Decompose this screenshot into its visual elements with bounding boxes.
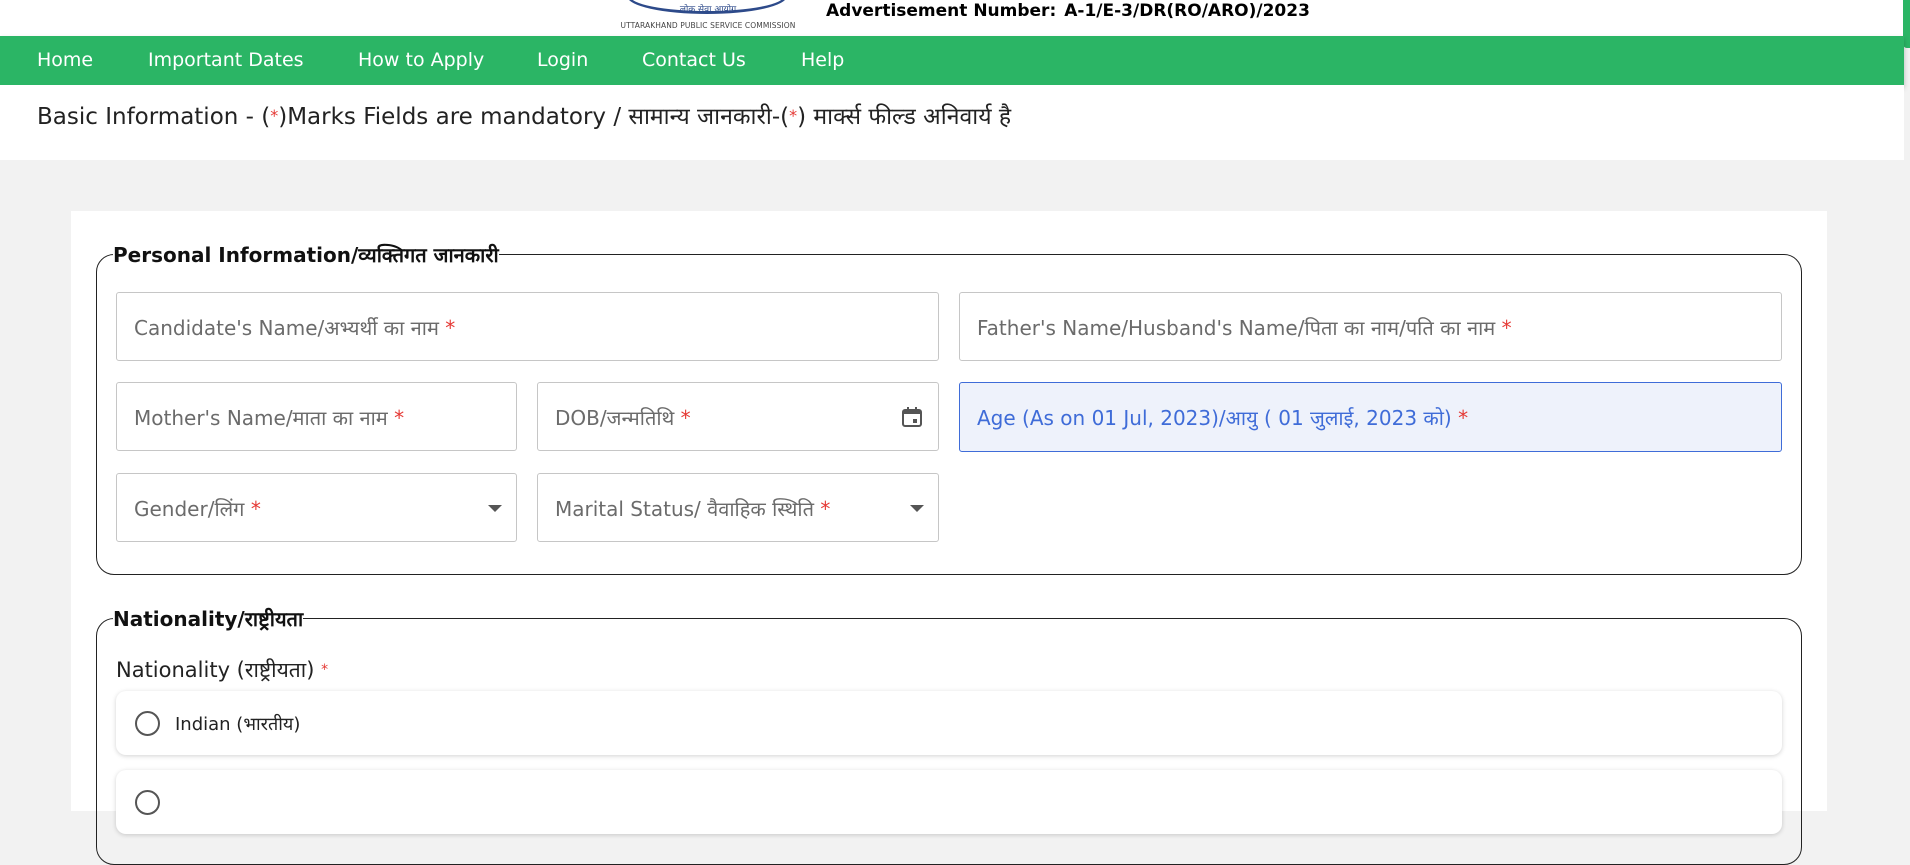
- age-field[interactable]: Age (As on 01 Jul, 2023)/आयु ( 01 जुलाई,…: [959, 382, 1782, 452]
- advertisement-label: Advertisement Number:: [826, 1, 1057, 21]
- nationality-label-text: Nationality (राष्ट्रीयता): [116, 658, 315, 682]
- gender-label: Gender/लिंग *: [134, 497, 261, 521]
- logo-caption: UTTARAKHAND PUBLIC SERVICE COMMISSION: [620, 21, 796, 30]
- marital-status-select[interactable]: Marital Status/ वैवाहिक स्थिति *: [537, 473, 939, 542]
- dob-field[interactable]: DOB/जन्मतिथि *: [537, 382, 939, 451]
- nav-login[interactable]: Login: [537, 36, 588, 85]
- chevron-down-icon: [910, 505, 924, 512]
- right-edge-accent: [1903, 0, 1910, 48]
- chevron-down-icon: [488, 505, 502, 512]
- age-label: Age (As on 01 Jul, 2023)/आयु ( 01 जुलाई,…: [977, 406, 1469, 430]
- radio-button-icon[interactable]: [135, 711, 160, 736]
- nationality-option-indian[interactable]: Indian (भारतीय): [116, 691, 1782, 755]
- required-star: *: [321, 662, 329, 678]
- mandatory-fields-note: Basic Information - ( *)Marks Fields are …: [37, 99, 1011, 131]
- calendar-icon[interactable]: [900, 405, 924, 429]
- nationality-option-label: Indian (भारतीय): [175, 714, 301, 735]
- advertisement-number: Advertisement Number: A-1/E-3/DR(RO/ARO)/…: [826, 1, 1310, 21]
- personal-info-legend: Personal Information/व्यक्तिगत जानकारी: [113, 243, 499, 267]
- nav-help[interactable]: Help: [801, 36, 844, 85]
- header-bar: लोक सेवा आयोग UTTARAKHAND PUBLIC SERVICE…: [0, 0, 1910, 48]
- nationality-question: Nationality (राष्ट्रीयता) *: [116, 656, 328, 684]
- dob-label: DOB/जन्मतिथि *: [555, 406, 691, 430]
- father-name-label: Father's Name/Husband's Name/पिता का नाम…: [977, 316, 1512, 340]
- nav-home[interactable]: Home: [37, 36, 93, 85]
- note-suffix: ) मार्क्स फील्ड अनिवार्य है: [797, 104, 1012, 130]
- gender-select[interactable]: Gender/लिंग *: [116, 473, 517, 542]
- logo-top-text: लोक सेवा आयोग: [679, 5, 737, 15]
- mother-name-field[interactable]: Mother's Name/माता का नाम *: [116, 382, 517, 451]
- note-middle: )Marks Fields are mandatory / सामान्य जा…: [278, 104, 790, 130]
- nationality-legend: Nationality/राष्ट्रीयता: [113, 607, 304, 631]
- candidate-name-label: Candidate's Name/अभ्यर्थी का नाम *: [134, 316, 456, 340]
- commission-logo: लोक सेवा आयोग UTTARAKHAND PUBLIC SERVICE…: [613, 0, 803, 34]
- nationality-option-other[interactable]: [116, 770, 1782, 834]
- basic-info-bar: Basic Information - ( *)Marks Fields are …: [0, 85, 1904, 160]
- nav-how-to-apply[interactable]: How to Apply: [358, 36, 484, 85]
- marital-status-label: Marital Status/ वैवाहिक स्थिति *: [555, 497, 831, 521]
- father-name-field[interactable]: Father's Name/Husband's Name/पिता का नाम…: [959, 292, 1782, 361]
- candidate-name-field[interactable]: Candidate's Name/अभ्यर्थी का नाम *: [116, 292, 939, 361]
- main-nav: Home Important Dates How to Apply Login …: [0, 36, 1904, 85]
- nav-contact-us[interactable]: Contact Us: [642, 36, 746, 85]
- mother-name-label: Mother's Name/माता का नाम *: [134, 406, 405, 430]
- note-prefix: Basic Information - (: [37, 104, 271, 130]
- required-star: *: [789, 106, 798, 125]
- advertisement-value: A-1/E-3/DR(RO/ARO)/2023: [1064, 1, 1310, 21]
- nav-important-dates[interactable]: Important Dates: [148, 36, 304, 85]
- radio-button-icon[interactable]: [135, 790, 160, 815]
